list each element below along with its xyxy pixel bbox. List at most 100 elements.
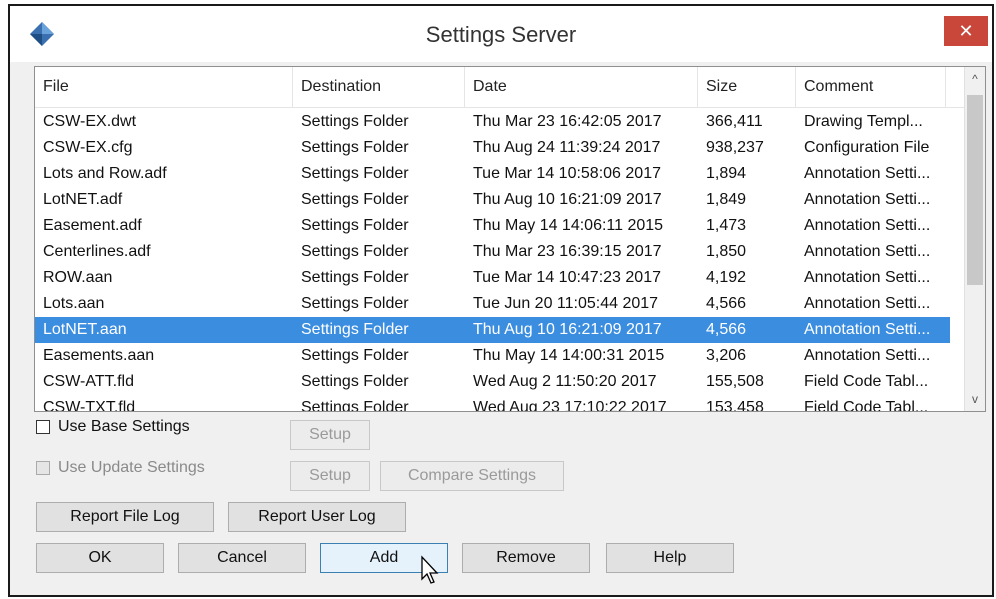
destination-cell: Settings Folder <box>301 373 409 390</box>
table-row[interactable]: CSW-EX.cfg Settings Folder Thu Aug 24 11:3… <box>35 135 950 161</box>
destination-cell: Settings Folder <box>301 269 409 286</box>
table-row[interactable]: CSW-EX.dwt Settings Folder Thu Mar 23 16:4… <box>35 109 950 135</box>
comment-cell: Field Code Tabl... <box>804 399 929 412</box>
help-button[interactable]: Help <box>606 543 734 573</box>
date-cell: Thu May 14 14:00:31 2015 <box>473 347 665 364</box>
compare-settings-button[interactable]: Compare Settings <box>380 461 564 491</box>
destination-cell: Settings Folder <box>301 217 409 234</box>
table-row[interactable]: Centerlines.adf Settings Folder Thu Mar 23… <box>35 239 950 265</box>
comment-cell: Annotation Setti... <box>804 243 931 260</box>
comment-cell: Annotation Setti... <box>804 347 931 364</box>
destination-cell: Settings Folder <box>301 347 409 364</box>
use-base-settings-option[interactable]: Use Base Settings <box>36 418 190 436</box>
comment-cell: Annotation Setti... <box>804 269 931 286</box>
destination-cell: Settings Folder <box>301 165 409 182</box>
file-cell: CSW-EX.dwt <box>43 113 137 130</box>
file-cell: Easement.adf <box>43 217 142 234</box>
size-cell: 4,192 <box>706 269 747 286</box>
destination-cell: Settings Folder <box>301 321 409 338</box>
mouse-pointer-icon <box>421 555 439 584</box>
column-comment[interactable]: Comment <box>796 67 946 107</box>
file-cell: LotNET.aan <box>43 321 127 338</box>
date-cell: Thu Aug 24 11:39:24 2017 <box>473 139 661 156</box>
window-title: Settings Server <box>425 22 577 47</box>
ok-button[interactable]: OK <box>36 543 164 573</box>
comment-cell: Annotation Setti... <box>804 217 931 234</box>
column-file[interactable]: File <box>35 67 293 107</box>
table-row[interactable]: CSW-ATT.fld Settings Folder Wed Aug 2 11:5… <box>35 369 950 395</box>
destination-cell: Settings Folder <box>301 191 409 208</box>
comment-cell: Field Code Tabl... <box>804 373 929 390</box>
destination-cell: Settings Folder <box>301 399 409 412</box>
destination-cell: Settings Folder <box>301 243 409 260</box>
report-file-log-button[interactable]: Report File Log <box>36 502 214 532</box>
comment-cell: Configuration File <box>804 139 930 156</box>
comment-cell: Drawing Templ... <box>804 113 923 130</box>
size-cell: 1,894 <box>706 165 747 182</box>
size-cell: 4,566 <box>706 295 747 312</box>
remove-button[interactable]: Remove <box>462 543 590 573</box>
use-base-settings-label: Use Base Settings <box>58 418 190 435</box>
cancel-button[interactable]: Cancel <box>178 543 306 573</box>
file-cell: LotNET.adf <box>43 191 123 208</box>
file-cell: CSW-TXT.fld <box>43 399 136 412</box>
date-cell: Thu Mar 23 16:42:05 2017 <box>473 113 662 130</box>
base-setup-button[interactable]: Setup <box>290 420 370 450</box>
size-cell: 153,458 <box>706 399 764 412</box>
date-cell: Thu Mar 23 16:39:15 2017 <box>473 243 662 260</box>
scroll-down-icon[interactable]: v <box>965 389 985 409</box>
column-date[interactable]: Date <box>465 67 698 107</box>
table-row[interactable]: LotNET.adf Settings Folder Thu Aug 10 16:2… <box>35 187 950 213</box>
size-cell: 4,566 <box>706 321 747 338</box>
size-cell: 155,508 <box>706 373 764 390</box>
file-cell: Easements.aan <box>43 347 155 364</box>
table-row[interactable]: ROW.aan Settings Folder Tue Mar 14 10:47:2… <box>35 265 950 291</box>
size-cell: 366,411 <box>706 113 763 130</box>
date-cell: Wed Aug 2 11:50:20 2017 <box>473 373 657 390</box>
file-cell: Lots and Row.adf <box>43 165 167 182</box>
table-row[interactable]: Lots and Row.adf Settings Folder Tue Mar 1… <box>35 161 950 187</box>
date-cell: Tue Mar 14 10:58:06 2017 <box>473 165 661 182</box>
use-update-settings-option[interactable]: Use Update Settings <box>36 459 205 477</box>
column-size[interactable]: Size <box>698 67 796 107</box>
scroll-thumb[interactable] <box>967 95 983 285</box>
table-row[interactable]: CSW-TXT.fld Settings Folder Wed Aug 23 17:… <box>35 395 950 412</box>
table-row[interactable]: Easements.aan Settings Folder Thu May 14 1… <box>35 343 950 369</box>
use-update-settings-checkbox[interactable] <box>36 460 50 475</box>
vertical-scrollbar[interactable]: ^ v <box>964 67 985 411</box>
update-setup-button[interactable]: Setup <box>290 461 370 491</box>
date-cell: Thu Aug 10 16:21:09 2017 <box>473 321 662 338</box>
column-header: File Destination Date Size Comment <box>35 67 967 108</box>
destination-cell: Settings Folder <box>301 295 409 312</box>
destination-cell: Settings Folder <box>301 139 409 156</box>
file-cell: Lots.aan <box>43 295 105 312</box>
close-button[interactable]: ✕ <box>944 16 988 46</box>
table-row[interactable]: Easement.adf Settings Folder Thu May 14 14… <box>35 213 950 239</box>
use-update-settings-label: Use Update Settings <box>58 459 205 476</box>
date-cell: Thu May 14 14:06:11 2015 <box>473 217 664 234</box>
use-base-settings-checkbox[interactable] <box>36 419 50 434</box>
comment-cell: Annotation Setti... <box>804 321 931 338</box>
size-cell: 938,237 <box>706 139 764 156</box>
size-cell: 1,473 <box>706 217 747 234</box>
title-bar: Settings Server ✕ <box>10 6 992 62</box>
date-cell: Tue Jun 20 11:05:44 2017 <box>473 295 659 312</box>
scroll-up-icon[interactable]: ^ <box>965 69 985 89</box>
date-cell: Wed Aug 23 17:10:22 2017 <box>473 399 667 412</box>
file-cell: CSW-ATT.fld <box>43 373 134 390</box>
comment-cell: Annotation Setti... <box>804 295 931 312</box>
table-row[interactable]: LotNET.aan Settings Folder Thu Aug 10 16:2… <box>35 317 950 343</box>
date-cell: Thu Aug 10 16:21:09 2017 <box>473 191 662 208</box>
settings-server-dialog: Settings Server ✕ File Destination Date … <box>8 4 994 597</box>
list-rows: CSW-EX.dwt Settings Folder Thu Mar 23 16:4… <box>35 109 967 412</box>
size-cell: 3,206 <box>706 347 747 364</box>
settings-file-list[interactable]: File Destination Date Size Comment CSW-E… <box>34 66 986 412</box>
destination-cell: Settings Folder <box>301 113 409 130</box>
date-cell: Tue Mar 14 10:47:23 2017 <box>473 269 661 286</box>
column-destination[interactable]: Destination <box>293 67 465 107</box>
size-cell: 1,850 <box>706 243 747 260</box>
report-user-log-button[interactable]: Report User Log <box>228 502 406 532</box>
table-row[interactable]: Lots.aan Settings Folder Tue Jun 20 11:05:… <box>35 291 950 317</box>
file-cell: CSW-EX.cfg <box>43 139 133 156</box>
file-cell: Centerlines.adf <box>43 243 151 260</box>
